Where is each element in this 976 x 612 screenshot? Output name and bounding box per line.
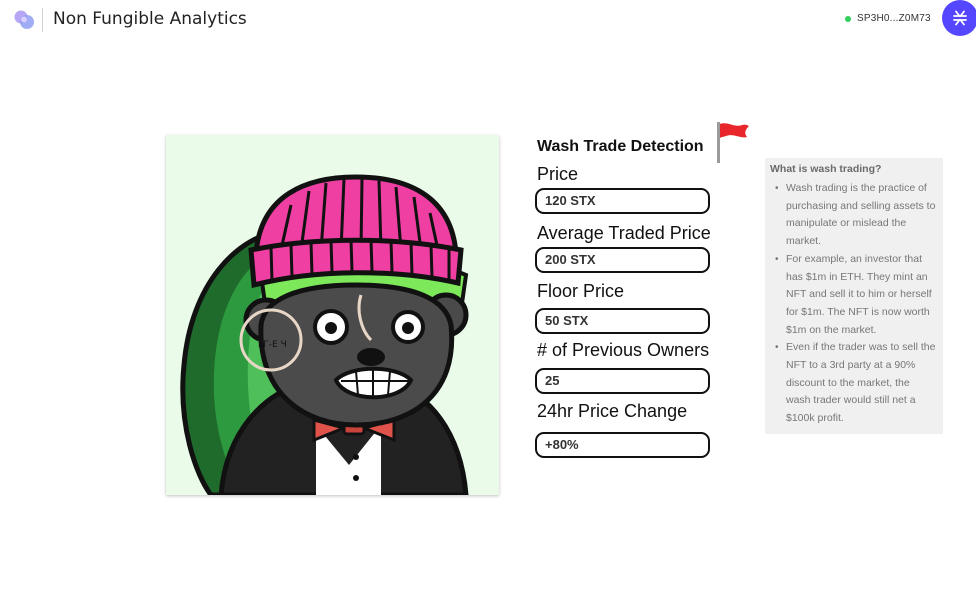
logo-divider: [42, 8, 43, 32]
nft-character-image: ьГ-Е Ч: [166, 135, 499, 495]
app-logo-icon[interactable]: [13, 9, 35, 31]
stacks-wallet-button[interactable]: [942, 0, 976, 36]
previous-owners-field[interactable]: 25: [535, 368, 710, 394]
nft-image-card[interactable]: ьГ-Е Ч: [166, 135, 499, 495]
info-item: • For example, an investor that has $1m i…: [775, 252, 932, 336]
floor-price-field[interactable]: 50 STX: [535, 308, 710, 334]
wallet-status-dot: [845, 16, 851, 22]
price-change-label: 24hr Price Change: [537, 401, 688, 421]
stacks-logo-icon: [953, 10, 967, 26]
detection-title: Wash Trade Detection: [537, 138, 704, 155]
wash-trading-info: What is wash trading? • Wash trading is t…: [765, 158, 943, 434]
avg-traded-price-label: Average Traded Price: [537, 223, 711, 243]
price-field[interactable]: 120 STX: [535, 188, 710, 214]
info-list: • Wash trading is the practice of purchas…: [770, 180, 937, 428]
avg-traded-price-field[interactable]: 200 STX: [535, 247, 710, 273]
top-bar: Non Fungible Analytics SP3H0...Z0M73: [0, 0, 976, 40]
previous-owners-label: # of Previous Owners: [537, 340, 710, 360]
red-flag-icon: [717, 122, 749, 163]
info-item: • Wash trading is the practice of purchas…: [775, 182, 936, 248]
info-item: • Even if the trader was to sell the NFT …: [775, 341, 936, 425]
price-label: Price: [537, 164, 579, 184]
tattoo-text: ьГ-Е Ч: [258, 340, 287, 350]
wallet-address[interactable]: SP3H0...Z0M73: [857, 13, 931, 24]
floor-price-label: Floor Price: [537, 281, 625, 301]
info-title: What is wash trading?: [770, 163, 882, 175]
price-change-field[interactable]: +80%: [535, 432, 710, 458]
app-title: Non Fungible Analytics: [53, 9, 247, 29]
